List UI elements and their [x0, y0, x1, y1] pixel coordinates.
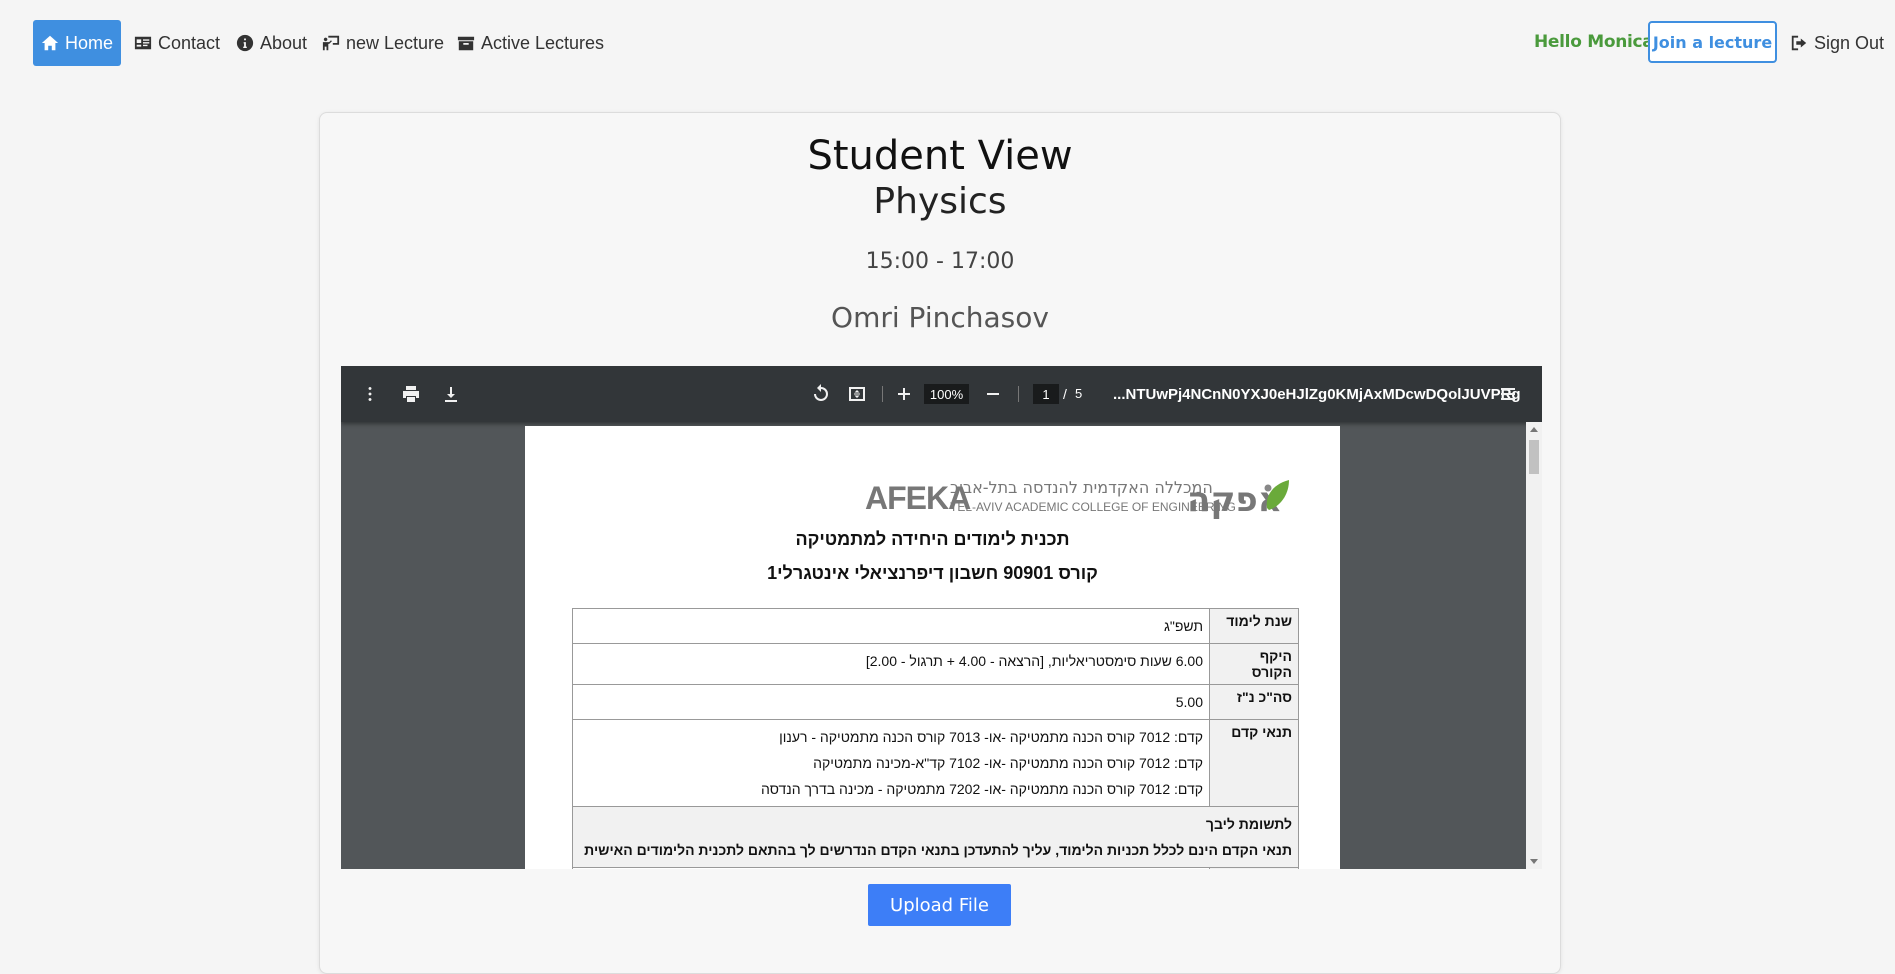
page-title: Student View	[807, 133, 1073, 179]
pdf-heading-course: קורס 90901 חשבון דיפרנציאלי אינטגרלי1	[767, 563, 1098, 583]
nav-about-link[interactable]: About	[236, 20, 307, 66]
table-row: תנאי קדם קדם: 7012 קורס הכנה מתמטיקה -או-…	[572, 719, 1299, 807]
scroll-down-arrow[interactable]	[1530, 859, 1538, 864]
row-label: סה"כ נ"ז	[1209, 684, 1299, 720]
page-total: 5	[1075, 386, 1083, 401]
pdf-scrollbar[interactable]	[1526, 422, 1542, 869]
chalkboard-teacher-icon	[322, 35, 340, 51]
pdf-viewer[interactable]: 100% 1 / 5 ...NTUwPj4NCnN0YXJ0eHJlZg0KMj…	[341, 366, 1542, 869]
zoom-in-icon[interactable]	[894, 384, 914, 404]
nav-contact-link[interactable]: Contact	[134, 20, 220, 66]
table-row: שנת לימוד תשפ"ג	[572, 608, 1299, 644]
note-label: לתשומת ליבך	[1205, 816, 1292, 832]
student-view-card: Student View Physics 15:00 - 17:00 Omri …	[319, 112, 1561, 974]
table-row: לתשומת ליבך תנאי הקדם הינם לכלל תכניות הל…	[572, 806, 1299, 869]
nav-home-label: Home	[64, 32, 113, 53]
leaf-icon	[1264, 480, 1289, 510]
lecture-time: 15:00 - 17:00	[865, 249, 1015, 274]
nav-active-lectures-link[interactable]: Active Lectures	[457, 20, 604, 66]
nav-active-lectures-label: Active Lectures	[481, 32, 605, 53]
pdf-page: AFEKA המכללה האקדמית להנדסה בתל-אביב TEL…	[525, 426, 1340, 869]
note-text: תנאי הקדם הינם לכלל תכניות הלימוד, עליך …	[584, 842, 1292, 869]
archive-icon	[457, 36, 475, 51]
home-icon	[41, 35, 59, 51]
row-label: שנת לימוד	[1209, 608, 1299, 644]
row-value: תשפ"ג	[572, 608, 1210, 644]
table-row: היקף הקורס 6.00 שעות סימסטריאליות, [הרצאה…	[572, 643, 1299, 685]
hamburger-menu-icon[interactable]	[1498, 384, 1518, 404]
row-value: קדם: 7012 קורס הכנה מתמטיקה -או- 7013 קו…	[572, 719, 1210, 807]
scroll-up-arrow[interactable]	[1530, 427, 1538, 432]
page-separator: /	[1063, 386, 1067, 402]
info-icon	[236, 34, 254, 52]
zoom-out-icon[interactable]	[983, 384, 1003, 404]
page-number-input[interactable]: 1	[1033, 384, 1059, 404]
row-value: 6.00 שעות סימסטריאליות, [הרצאה - 4.00 + …	[572, 643, 1210, 685]
page-scrollbar[interactable]	[1889, 0, 1895, 950]
sign-out-link[interactable]: Sign Out	[1790, 20, 1884, 66]
sign-out-label: Sign Out	[1814, 32, 1885, 53]
print-icon[interactable]	[401, 384, 421, 404]
lecturer-name: Omri Pinchasov	[831, 301, 1049, 334]
zoom-level[interactable]: 100%	[924, 384, 969, 404]
row-value-line: 6.00 שעות סימסטריאליות, [הרצאה - 4.00 + …	[865, 653, 1203, 669]
row-value-line: קדם: 7012 קורס הכנה מתמטיקה -או- 7102 קד…	[813, 755, 1203, 771]
scroll-thumb[interactable]	[1529, 440, 1539, 474]
nav-home-link[interactable]: Home	[33, 20, 121, 66]
nav-about-label: About	[260, 32, 308, 53]
row-label: תנאי קדם	[1209, 719, 1299, 807]
contact-card-icon	[134, 36, 152, 50]
table-row: נוכחותללא חובת נוכחות	[572, 867, 1299, 869]
menu-icon[interactable]	[360, 384, 380, 404]
upload-file-button[interactable]: Upload File	[868, 884, 1011, 926]
nav-new-lecture-label: new Lecture	[346, 32, 445, 53]
row-value-line: 5.00	[1175, 694, 1203, 710]
course-info-table: שנת לימוד תשפ"ג היקף הקורס 6.00 שעות סימסטר…	[572, 608, 1299, 869]
top-navbar: Home Contact About new Lecture Active Le…	[0, 0, 1895, 84]
toolbar-divider	[1018, 386, 1019, 402]
afeka-logo: AFEKA המכללה האקדמית להנדסה בתל-אביב TEL…	[865, 476, 1295, 524]
download-icon[interactable]	[441, 384, 461, 404]
note-cell: לתשומת ליבך תנאי הקדם הינם לכלל תכניות הל…	[572, 806, 1299, 869]
nav-new-lecture-link[interactable]: new Lecture	[322, 20, 444, 66]
logo-hebrew-subtitle: המכללה האקדמית להנדסה בתל-אביב	[950, 478, 1213, 497]
row-value-line: קדם: 7012 קורס הכנה מתמטיקה -או- 7013 קו…	[779, 729, 1203, 745]
rotate-icon[interactable]	[811, 384, 831, 404]
row-value-line: תשפ"ג	[1163, 618, 1203, 634]
pdf-file-name: ...NTUwPj4NCnN0YXJ0eHJlZg0KMjAxMDcwDQolJ…	[1113, 386, 1521, 403]
greeting-text: Hello Monica	[1534, 32, 1654, 52]
row-label: היקף הקורס	[1209, 643, 1299, 685]
row-value: 5.00	[572, 684, 1210, 720]
pdf-heading-program: תכנית לימודים היחידה למתמטיקה	[795, 529, 1070, 549]
sign-out-icon	[1791, 35, 1807, 51]
fit-page-icon[interactable]	[847, 384, 867, 404]
row-value-line: קדם: 7012 קורס הכנה מתמטיקה -או- 7202 מת…	[761, 781, 1203, 797]
join-lecture-button[interactable]: Join a lecture	[1648, 21, 1777, 63]
table-row: סה"כ נ"ז 5.00	[572, 684, 1299, 720]
row-value: ללא חובת נוכחות	[572, 867, 1210, 869]
course-name: Physics	[873, 181, 1007, 222]
pdf-toolbar: 100% 1 / 5 ...NTUwPj4NCnN0YXJ0eHJlZg0KMj…	[341, 366, 1542, 422]
nav-contact-label: Contact	[158, 32, 221, 53]
toolbar-divider	[882, 386, 883, 402]
